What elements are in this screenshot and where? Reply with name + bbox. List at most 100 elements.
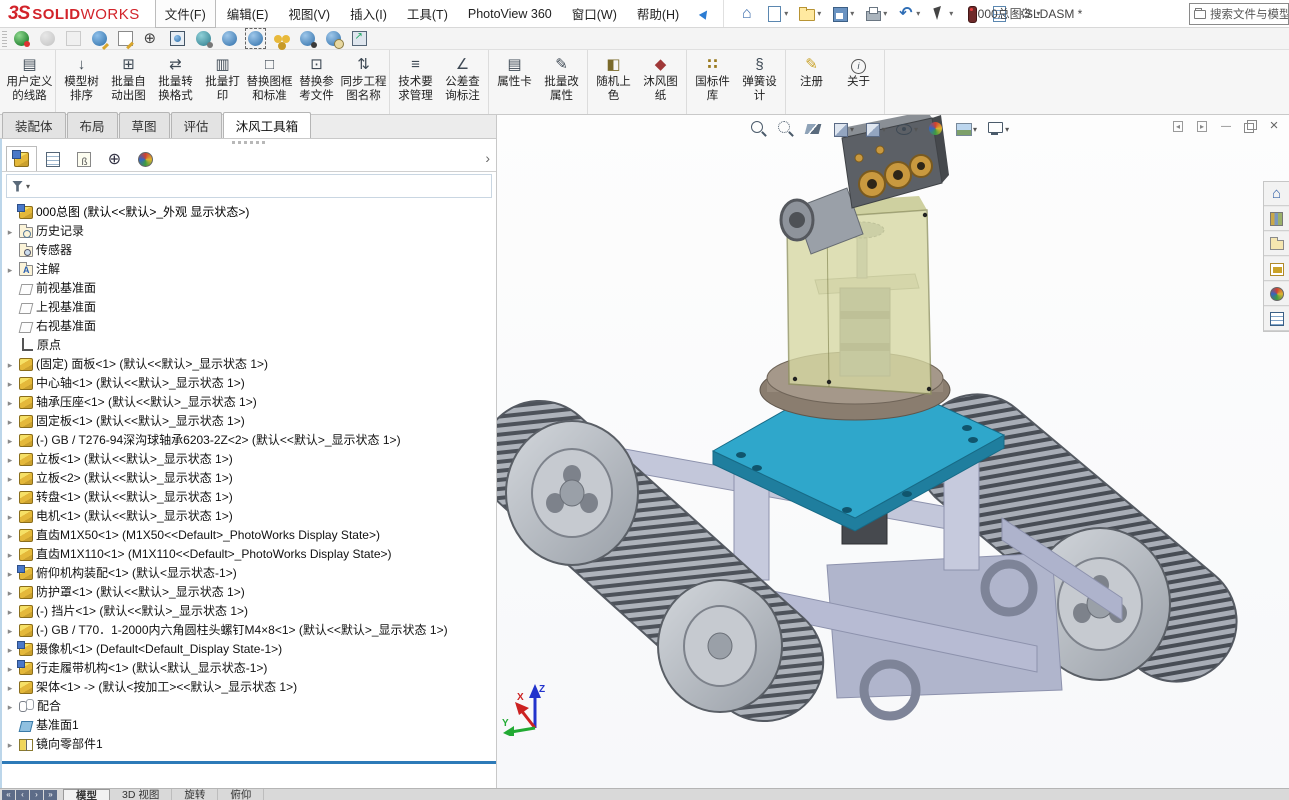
tree-item[interactable]: 架体<1> -> (默认<按加工><<默认>_显示状态 1>) (4, 677, 496, 696)
menu-item[interactable]: 窗口(W) (563, 0, 626, 27)
sheet-tab[interactable]: 3D 视图 (110, 789, 172, 800)
panel-tab[interactable] (68, 146, 99, 171)
command-tab[interactable]: 评估 (171, 112, 222, 138)
panel-tab[interactable] (99, 146, 130, 171)
ribbon-button[interactable]: 批量自 动出图 (105, 50, 152, 114)
hud-button[interactable] (892, 118, 921, 140)
panel-splitter-handle[interactable] (2, 139, 496, 146)
tree-item[interactable]: 原点 (4, 335, 496, 354)
menu-item[interactable]: 帮助(H) (628, 0, 688, 27)
command-tab[interactable]: 布局 (67, 112, 118, 138)
ribbon-button[interactable]: 公差查 询标注 (439, 50, 486, 114)
tree-item[interactable]: 右视基准面 (4, 316, 496, 335)
ribbon-button[interactable]: 同步工程 图名称 (340, 50, 387, 114)
ribbon-button[interactable]: 属性卡 (491, 50, 538, 114)
photoview-toolbar-button[interactable] (193, 30, 213, 48)
tree-item[interactable]: 中心轴<1> (默认<<默认>_显示状态 1>) (4, 373, 496, 392)
panel-tab[interactable] (6, 146, 37, 171)
tree-item[interactable]: 转盘<1> (默认<<默认>_显示状态 1>) (4, 487, 496, 506)
photoview-toolbar-button[interactable] (323, 30, 343, 48)
hud-button[interactable] (983, 118, 1012, 140)
tree-root-item[interactable]: 000总图 (默认<<默认>_外观 显示状态>) (4, 202, 496, 221)
expand-arrow-icon[interactable] (4, 224, 16, 238)
expand-arrow-icon[interactable] (4, 718, 16, 732)
ribbon-button[interactable]: 批量转 换格式 (152, 50, 199, 114)
task-pane-button[interactable] (1264, 257, 1289, 281)
photoview-toolbar-button[interactable] (89, 30, 109, 48)
menu-item[interactable]: 编辑(E) (218, 0, 278, 27)
expand-arrow-icon[interactable] (4, 395, 16, 409)
sheet-tab[interactable]: 模型 (63, 789, 110, 800)
graphics-area[interactable]: ◂▸ (497, 115, 1289, 788)
photoview-toolbar-button[interactable] (219, 30, 239, 48)
expand-arrow-icon[interactable] (4, 433, 16, 447)
tree-item[interactable]: 俯仰机构装配<1> (默认<显示状态-1>) (4, 563, 496, 582)
search-box[interactable]: 搜索文件与模型 (1189, 3, 1289, 25)
expand-arrow-icon[interactable] (4, 585, 16, 599)
expand-arrow-icon[interactable] (4, 357, 16, 371)
hud-button[interactable] (747, 118, 771, 140)
expand-arrow-icon[interactable] (4, 737, 16, 751)
task-pane-button[interactable] (1264, 232, 1289, 256)
expand-arrow-icon[interactable] (4, 699, 16, 713)
expand-arrow-icon[interactable] (4, 547, 16, 561)
expand-arrow-icon[interactable] (4, 262, 16, 276)
ribbon-button[interactable]: 模型树 排序 (58, 50, 105, 114)
command-tab[interactable]: 草图 (119, 112, 170, 138)
window-control-button[interactable] (1171, 119, 1185, 133)
hud-button[interactable] (951, 118, 980, 140)
tree-item[interactable]: 前视基准面 (4, 278, 496, 297)
photoview-toolbar-button[interactable] (115, 30, 135, 48)
window-control-button[interactable] (1243, 119, 1257, 133)
expand-arrow-icon[interactable] (4, 452, 16, 466)
hud-button[interactable] (924, 118, 948, 140)
photoview-toolbar-button[interactable] (37, 30, 57, 48)
menu-item[interactable]: 插入(I) (341, 0, 396, 27)
menu-item[interactable]: 视图(V) (279, 0, 339, 27)
tree-item[interactable]: (固定) 面板<1> (默认<<默认>_显示状态 1>) (4, 354, 496, 373)
photoview-toolbar-button[interactable] (167, 30, 187, 48)
tree-item[interactable]: 行走履带机构<1> (默认<默认_显示状态-1>) (4, 658, 496, 677)
quick-access-button[interactable] (734, 2, 759, 25)
sheet-tab[interactable]: 俯仰 (218, 789, 264, 800)
ribbon-button[interactable]: 替换图框 和标准 (246, 50, 293, 114)
ribbon-button[interactable]: 随机上 色 (590, 50, 637, 114)
sheet-nav-button[interactable]: ‹ (16, 790, 29, 800)
sheet-nav-button[interactable]: › (30, 790, 43, 800)
tree-item[interactable]: 基准面1 (4, 715, 496, 734)
quick-access-button[interactable] (860, 2, 891, 25)
expand-arrow-icon[interactable] (4, 338, 16, 352)
expand-arrow-icon[interactable] (4, 414, 16, 428)
tree-item[interactable]: 轴承压座<1> (默认<<默认>_显示状态 1>) (4, 392, 496, 411)
panel-expand-chevron[interactable]: › (485, 150, 490, 166)
ribbon-button[interactable]: 弹簧设 计 (736, 50, 783, 114)
command-tab[interactable]: 沐风工具箱 (223, 112, 312, 138)
task-pane-button[interactable] (1264, 207, 1289, 231)
expand-arrow-icon[interactable] (4, 243, 16, 257)
photoview-toolbar-button[interactable] (271, 30, 291, 48)
expand-arrow-icon[interactable] (4, 566, 16, 580)
quick-access-button[interactable] (893, 2, 924, 25)
ribbon-button[interactable]: 关于 (835, 50, 882, 114)
photoview-toolbar-button[interactable] (349, 30, 369, 48)
photoview-toolbar-button[interactable] (141, 30, 161, 48)
tree-filter[interactable] (6, 174, 492, 198)
tree-item[interactable]: 摄像机<1> (Default<Default_Display State-1>… (4, 639, 496, 658)
expand-arrow-icon[interactable] (4, 661, 16, 675)
ribbon-button[interactable]: 技术要 求管理 (392, 50, 439, 114)
hud-button[interactable] (860, 118, 889, 140)
photoview-toolbar-button[interactable] (297, 30, 317, 48)
hud-button[interactable] (774, 118, 798, 140)
quick-access-button[interactable] (794, 2, 825, 25)
window-control-button[interactable] (1195, 119, 1209, 133)
tree-item[interactable]: (-) GB / T276-94深沟球轴承6203-2Z<2> (默认<<默认>… (4, 430, 496, 449)
tree-item[interactable]: 固定板<1> (默认<<默认>_显示状态 1>) (4, 411, 496, 430)
ribbon-button[interactable]: 沐风图 纸 (637, 50, 684, 114)
tree-item[interactable]: 立板<2> (默认<<默认>_显示状态 1>) (4, 468, 496, 487)
3d-model-robot[interactable] (497, 115, 1286, 788)
tree-item[interactable]: 直齿M1X50<1> (M1X50<<Default>_PhotoWorks D… (4, 525, 496, 544)
sheet-nav-button[interactable]: » (44, 790, 57, 800)
expand-arrow-icon[interactable] (4, 680, 16, 694)
tree-item[interactable]: 配合 (4, 696, 496, 715)
ribbon-button[interactable]: 国标件 库 (689, 50, 736, 114)
